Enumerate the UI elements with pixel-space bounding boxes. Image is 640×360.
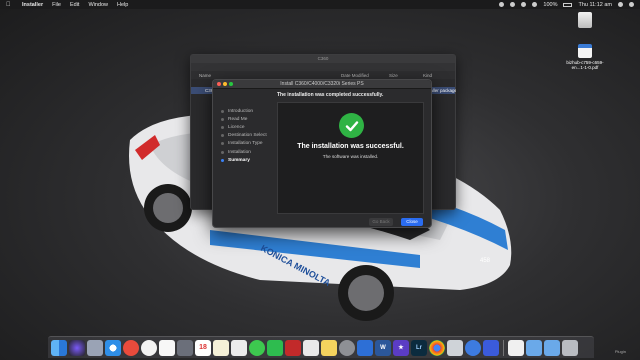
trash-icon[interactable]: [562, 339, 578, 356]
step-read-me: Read Me: [221, 115, 277, 123]
menu-help[interactable]: Help: [117, 2, 128, 8]
success-title: The installation was successful.: [297, 143, 404, 150]
folder-icon[interactable]: [526, 339, 542, 356]
imovie-icon[interactable]: ★: [393, 339, 409, 356]
battery-icon[interactable]: [563, 2, 573, 7]
step-label: Installation: [228, 149, 251, 155]
safari-icon[interactable]: [105, 339, 121, 356]
image-capture-icon[interactable]: [447, 339, 463, 356]
preview-icon[interactable]: [303, 339, 319, 356]
pdf-file-icon: [578, 44, 592, 58]
teams-icon[interactable]: [483, 339, 499, 356]
step-label: Installation Type: [228, 141, 263, 147]
close-button[interactable]: Close: [401, 218, 423, 226]
bluetooth-icon[interactable]: [521, 2, 527, 7]
rocket-icon[interactable]: [177, 339, 193, 356]
status-icon[interactable]: [499, 2, 505, 7]
step-bullet-icon: [221, 134, 224, 138]
step-summary: Summary: [221, 156, 277, 164]
step-bullet-icon: [221, 109, 224, 113]
battery-percent: 100%: [543, 1, 558, 8]
watermark-text: Plugin: [614, 349, 626, 354]
finder-icon[interactable]: [51, 339, 67, 356]
menu-app-name[interactable]: Installer: [22, 2, 43, 8]
music-icon[interactable]: [141, 339, 157, 356]
col-date[interactable]: Date Modified: [341, 73, 369, 78]
apple-menu-icon[interactable]: : [6, 2, 12, 8]
step-destination-select: Destination Select: [221, 132, 277, 140]
desktop-pdf-file[interactable]: bizhub-c759-c659-en...1-1-0.pdf: [565, 44, 605, 70]
menu-bar:  Installer File Edit Window Help 100% T…: [0, 0, 640, 9]
finder-toolbar: [191, 63, 455, 71]
settings-icon[interactable]: [339, 339, 355, 356]
browser-icon[interactable]: [465, 339, 481, 356]
desktop-drive[interactable]: [565, 12, 605, 30]
installer-title: Install C360/C4000/C3320i Series PS: [280, 80, 364, 87]
siri-icon[interactable]: [69, 339, 85, 356]
menubar-clock[interactable]: Thu 11:12 am: [578, 2, 612, 8]
document-icon[interactable]: [508, 339, 524, 356]
chrome-icon[interactable]: [429, 339, 445, 356]
menu-edit[interactable]: Edit: [70, 2, 79, 8]
step-licence: Licence: [221, 123, 277, 131]
textedit-icon[interactable]: [321, 339, 337, 356]
success-subtitle: The software was installed.: [322, 154, 379, 159]
step-bullet-icon: [221, 117, 224, 121]
hard-drive-icon: [578, 12, 592, 28]
notification-center-icon[interactable]: [629, 2, 634, 7]
col-size[interactable]: Size: [389, 73, 398, 78]
launchpad-icon[interactable]: [87, 339, 103, 356]
finder-title: C360: [191, 55, 455, 63]
step-bullet-icon: [221, 142, 224, 146]
step-label: Read Me: [228, 116, 248, 122]
finder-column-headers: Name Date Modified Size Kind: [191, 71, 455, 79]
dock-separator: [503, 339, 504, 356]
menu-window[interactable]: Window: [88, 2, 108, 8]
car-plate: 458: [480, 258, 491, 264]
notes-icon[interactable]: [213, 339, 229, 356]
col-name[interactable]: Name: [199, 73, 211, 78]
facetime-icon[interactable]: [267, 339, 283, 356]
summary-panel: The installation was successful. The sof…: [277, 102, 424, 214]
go-back-button[interactable]: Go Back: [369, 218, 393, 226]
word-icon[interactable]: W: [375, 339, 391, 356]
installer-window[interactable]: Install C360/C4000/C3320i Series PS The …: [212, 79, 432, 228]
success-checkmark-icon: [339, 113, 364, 138]
reminders-icon[interactable]: [231, 339, 247, 356]
step-label: Summary: [228, 157, 250, 163]
downloads-icon[interactable]: [544, 339, 560, 356]
step-installation: Installation: [221, 148, 277, 156]
desktop-pdf-label: bizhub-c759-c659-en...1-1-0.pdf: [566, 60, 604, 70]
dock: 18 W ★ Lr: [48, 336, 594, 358]
wifi-icon[interactable]: [532, 2, 538, 7]
menu-file[interactable]: File: [52, 2, 61, 8]
step-installation-type: Installation Type: [221, 140, 277, 148]
messages-icon[interactable]: [249, 339, 265, 356]
step-label: Introduction: [228, 108, 254, 114]
photos-icon[interactable]: [159, 339, 175, 356]
step-bullet-icon: [221, 158, 224, 162]
step-label: Destination Select: [228, 133, 267, 139]
step-label: Licence: [228, 124, 245, 130]
spotlight-icon[interactable]: [618, 2, 623, 7]
step-introduction: Introduction: [221, 107, 277, 115]
calendar-icon[interactable]: 18: [195, 339, 211, 356]
no-entry-icon[interactable]: [123, 339, 139, 356]
step-bullet-icon: [221, 150, 224, 154]
installer-steps: Introduction Read Me Licence Destination…: [221, 107, 277, 164]
installer-titlebar[interactable]: Install C360/C4000/C3320i Series PS: [213, 80, 431, 89]
keynote-icon[interactable]: [357, 339, 373, 356]
photobooth-icon[interactable]: [285, 339, 301, 356]
installer-heading: The installation was completed successfu…: [277, 92, 384, 98]
lightroom-icon[interactable]: Lr: [411, 339, 427, 356]
col-kind[interactable]: Kind: [423, 73, 432, 78]
step-bullet-icon: [221, 125, 224, 129]
dropbox-icon[interactable]: [510, 2, 516, 7]
